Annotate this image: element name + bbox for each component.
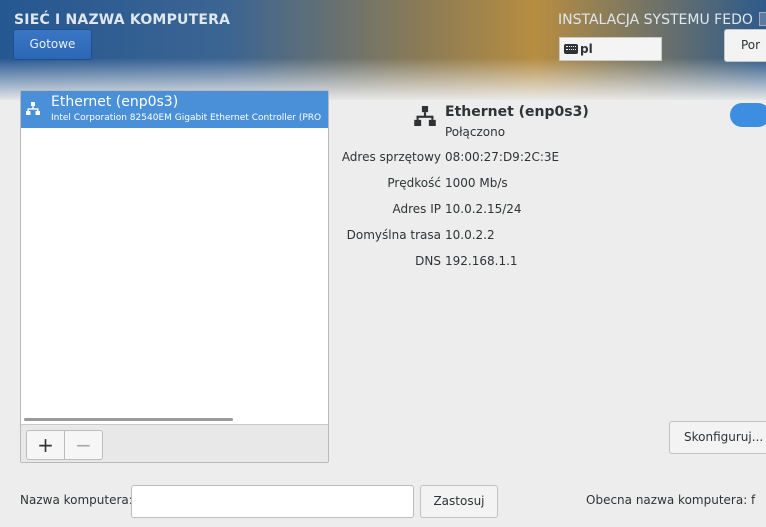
hardware-address-label: Adres sprzętowy xyxy=(341,150,441,164)
network-wired-icon xyxy=(414,106,436,129)
done-button[interactable]: Gotowe xyxy=(13,29,92,60)
hostname-input[interactable] xyxy=(131,485,414,518)
apply-button[interactable]: Zastosuj xyxy=(420,485,498,518)
device-description: Intel Corporation 82540EM Gigabit Ethern… xyxy=(51,113,322,123)
default-route-value: 10.0.2.2 xyxy=(445,228,495,242)
window-edge-marker xyxy=(759,12,766,26)
horizontal-scrollbar[interactable] xyxy=(24,418,233,421)
connection-status: Połączono xyxy=(445,125,506,139)
current-hostname-value: f xyxy=(751,493,756,507)
list-item[interactable]: Ethernet (enp0s3) Intel Corporation 8254… xyxy=(21,91,328,128)
dns-value: 192.168.1.1 xyxy=(445,254,518,268)
keyboard-layout-label: pl xyxy=(580,42,593,56)
keyboard-icon xyxy=(564,44,578,54)
configure-button[interactable]: Skonfiguruj... xyxy=(669,421,766,454)
connection-toggle[interactable] xyxy=(730,103,766,127)
device-list: Ethernet (enp0s3) Intel Corporation 8254… xyxy=(20,90,329,463)
hostname-label: Nazwa komputera: xyxy=(20,493,133,507)
speed-value: 1000 Mb/s xyxy=(445,176,508,190)
keyboard-layout-indicator[interactable]: pl xyxy=(559,37,662,61)
default-route-label: Domyślna trasa xyxy=(346,228,441,242)
ip-address-value: 10.0.2.15/24 xyxy=(445,202,522,216)
list-toolbar: + − xyxy=(21,424,328,462)
help-button[interactable]: Por xyxy=(724,29,766,62)
network-wired-icon xyxy=(26,102,40,118)
speed-label: Prędkość xyxy=(387,176,441,190)
page-title: SIEĆ I NAZWA KOMPUTERA xyxy=(14,12,231,28)
dns-label: DNS xyxy=(415,254,441,268)
device-name: Ethernet (enp0s3) xyxy=(51,94,179,110)
ip-address-label: Adres IP xyxy=(392,202,441,216)
add-device-button[interactable]: + xyxy=(26,430,65,460)
install-title: INSTALACJA SYSTEMU FEDO xyxy=(558,12,753,28)
remove-device-button[interactable]: − xyxy=(64,430,103,460)
device-detail-name: Ethernet (enp0s3) xyxy=(445,104,589,120)
current-hostname-label: Obecna nazwa komputera: xyxy=(586,493,748,507)
hardware-address-value: 08:00:27:D9:2C:3E xyxy=(445,150,560,164)
